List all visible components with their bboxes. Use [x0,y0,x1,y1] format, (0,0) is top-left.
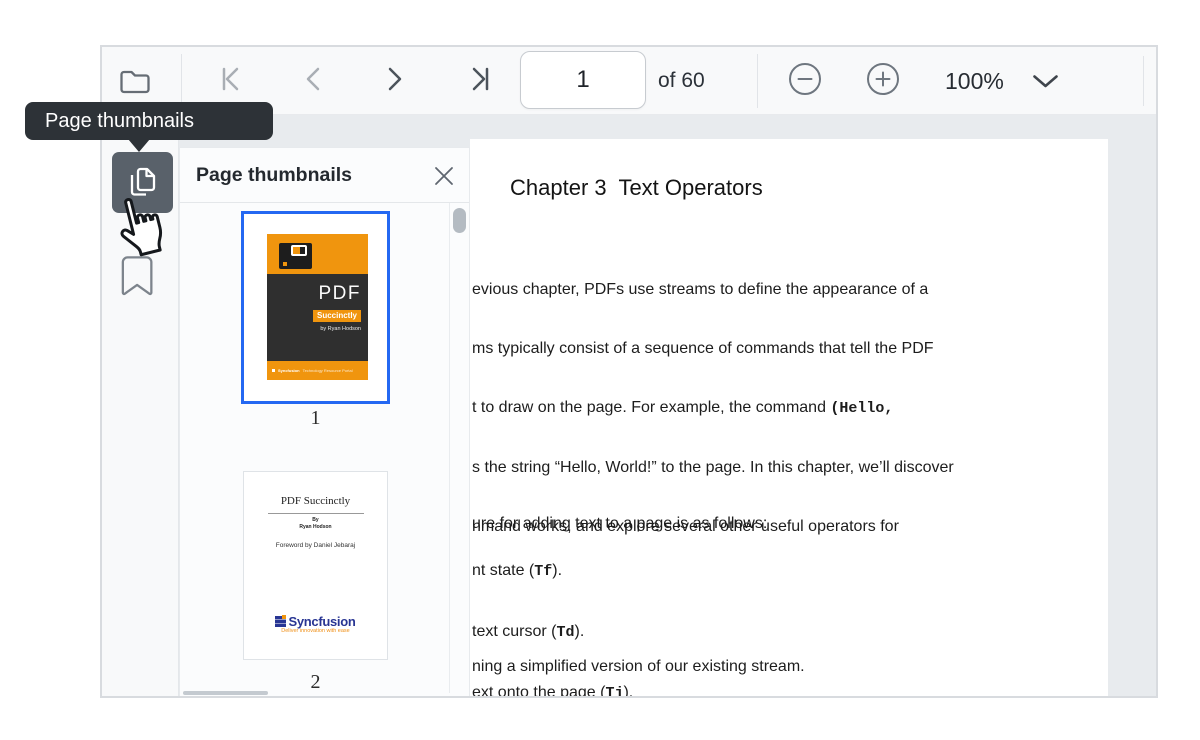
page-count-label: of 60 [658,47,705,115]
syncfusion-tagline: Deliver innovation with ease [244,628,387,634]
title-page-foreword: Foreword by Daniel Jebaraj [244,542,387,549]
toolbar-separator [1143,56,1144,106]
page-number-input[interactable] [520,51,646,109]
thumbnail-panel: Page thumbnails [179,147,470,696]
next-page-button[interactable] [380,63,410,95]
document-paragraph: ning a simplified version of our existin… [472,619,805,696]
chevron-down-icon [1032,74,1059,89]
toolbar-separator [757,54,758,108]
thumbnail-panel-header: Page thumbnails [180,148,469,203]
first-page-icon [217,65,245,93]
thumbnail-page-number-2: 2 [241,671,390,694]
zoom-level-value: 100% [945,47,1004,115]
page-thumbnail-1[interactable]: PDF Succinctly by Ryan Hodson Syncfusion… [241,211,390,404]
scrollbar-track [449,203,450,693]
close-panel-button[interactable] [431,163,457,189]
document-text-line: t to draw on the page. For example, the … [472,396,954,419]
zoom-out-icon [787,61,823,97]
document-text-line: ms typically consist of a sequence of co… [472,337,954,360]
thumbnail-page-number-1: 1 [241,407,390,430]
title-page-by-label: By [244,517,387,523]
syncfusion-logo-text: Syncfusion [288,614,355,629]
title-page-art: PDF Succinctly By Ryan Hodson Foreword b… [244,472,387,659]
tooltip: Page thumbnails [25,102,273,140]
thumbnail-panel-title: Page thumbnails [196,164,352,187]
cover-footer-brand: Syncfusion [278,368,300,373]
cover-top-band [267,234,368,274]
zoom-out-button[interactable] [786,60,824,98]
folder-open-icon [118,66,152,96]
previous-page-button[interactable] [298,63,328,95]
document-heading: Chapter 3 Text Operators [510,175,763,201]
title-page-author: Ryan Hodson [244,524,387,530]
pdf-page: Chapter 3 Text Operators evious chapter,… [470,139,1108,696]
floppy-disk-icon [279,243,312,269]
next-page-icon [382,65,408,93]
cover-footer-note: Technology Resource Portal [303,368,353,373]
screenshot-canvas: of 60 100% [0,0,1200,740]
vertical-scrollbar-thumb[interactable] [453,208,466,233]
pdf-viewer-window: of 60 100% [100,45,1158,698]
last-page-icon [466,65,494,93]
syncfusion-logo-mark [275,616,286,627]
syncfusion-logo: Syncfusion [244,614,387,629]
open-file-button[interactable] [114,62,156,100]
previous-page-icon [300,65,326,93]
close-icon [433,165,455,187]
cover-title: PDF [267,283,361,305]
tooltip-arrow [128,139,150,152]
page-thumbnail-2[interactable]: PDF Succinctly By Ryan Hodson Foreword b… [243,471,388,660]
document-text-line: ning a simplified version of our existin… [472,655,805,678]
zoom-level-dropdown[interactable]: 100% [942,47,1142,115]
first-page-button[interactable] [216,63,246,95]
zoom-in-button[interactable] [864,60,902,98]
zoom-in-icon [865,61,901,97]
document-text-line: nt state (Tf). [472,558,633,583]
cover-footer: Syncfusion Technology Resource Portal [267,361,368,380]
cover-text-block: PDF Succinctly by Ryan Hodson [267,274,368,361]
title-page-rule [268,513,364,514]
title-page-title: PDF Succinctly [244,495,387,507]
cover-art: PDF Succinctly by Ryan Hodson Syncfusion… [267,234,368,380]
document-text-line: evious chapter, PDFs use streams to defi… [472,278,954,301]
cover-badge: Succinctly [313,310,361,322]
cover-byline: by Ryan Hodson [267,326,361,332]
toolbar-separator [181,54,182,108]
last-page-button[interactable] [465,63,495,95]
